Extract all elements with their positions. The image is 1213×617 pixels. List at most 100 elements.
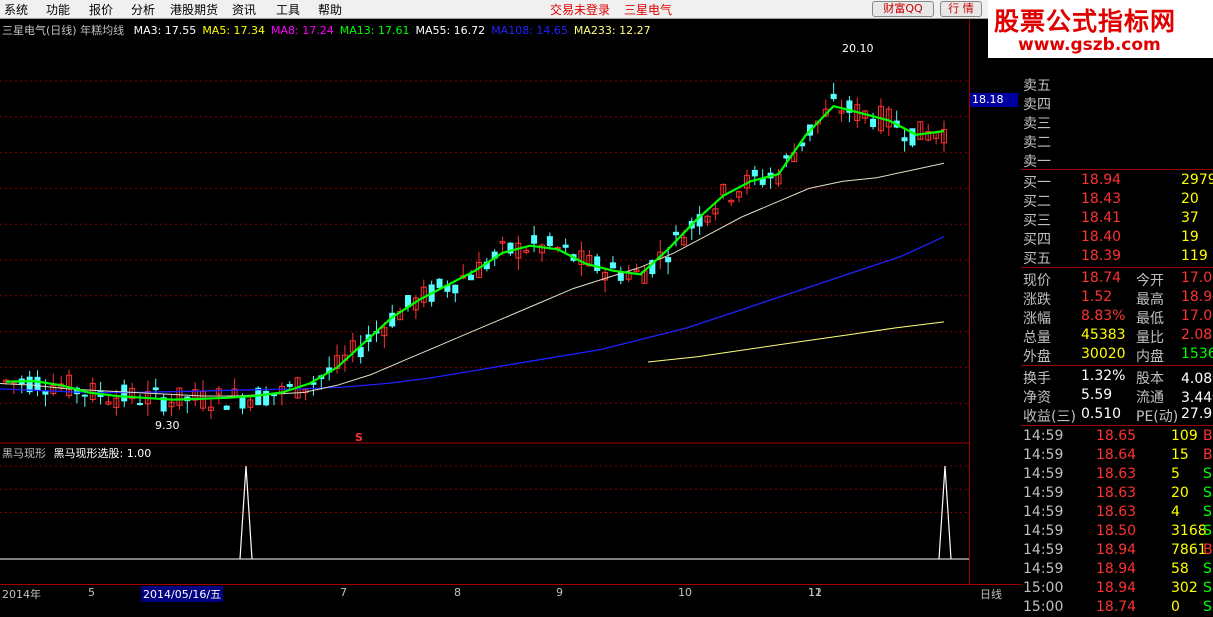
date-label: 10: [678, 586, 692, 599]
tick-volume: 15: [1171, 447, 1189, 463]
stat-value: 0.510: [1081, 406, 1122, 422]
stat-row: 涨幅 8.83% 最低 17.07: [1021, 307, 1213, 327]
tick-time: 15:00: [1023, 599, 1064, 615]
buy-row: 买四 18.40 19: [1021, 228, 1213, 248]
candle-body: [152, 387, 159, 391]
buy-volume: 20: [1181, 191, 1199, 207]
sell-row: 卖一: [1021, 150, 1213, 170]
tick-row: 14:59 18.65 109 B: [1021, 427, 1213, 446]
quote-button[interactable]: 行 情: [940, 1, 982, 17]
tick-row: 15:00 18.74 0 S: [1021, 598, 1213, 617]
sell-row: 卖二: [1021, 131, 1213, 151]
stat-label: 内盘: [1136, 349, 1164, 365]
stat-value: 2.08: [1181, 327, 1213, 343]
candle-body: [830, 93, 837, 100]
candle-body: [137, 402, 143, 405]
tick-direction: B: [1203, 447, 1213, 463]
buy-price: 18.43: [1081, 191, 1122, 207]
tick-volume: 7861: [1171, 542, 1207, 558]
buy-label: 买三: [1023, 213, 1051, 229]
stat-row: 收益(三) 0.510 PE(动) 27.9: [1021, 405, 1213, 425]
menu-system[interactable]: 系统: [4, 1, 28, 18]
candle-body: [452, 284, 459, 294]
logo-url: www.gszb.com: [1018, 35, 1161, 55]
buy-price: 18.94: [1081, 172, 1122, 188]
ma-label: MA55: 16.72: [415, 24, 486, 37]
tick-row: 14:59 18.63 5 S: [1021, 465, 1213, 484]
stat-value: 17.07: [1181, 308, 1213, 324]
buy-label: 买四: [1023, 232, 1051, 248]
tick-volume: 58: [1171, 561, 1189, 577]
candle-body: [783, 155, 790, 159]
indicator-panel: [0, 465, 969, 560]
tick-row: 14:59 18.63 4 S: [1021, 503, 1213, 522]
tick-row: 14:59 18.64 15 B: [1021, 446, 1213, 465]
tick-direction: B: [1203, 428, 1213, 444]
date-axis: 2014年 5 2014/05/16/五 7 8 9 10 11 12 日线: [0, 584, 1021, 602]
tick-time: 14:59: [1023, 561, 1064, 577]
candle-body: [546, 236, 553, 247]
menu-quote[interactable]: 报价: [89, 1, 113, 18]
candle-body: [239, 396, 246, 409]
candle-body: [436, 278, 443, 288]
tick-row: 14:59 18.94 58 S: [1021, 560, 1213, 579]
candle-body: [665, 257, 672, 263]
stat-label: 收益(三): [1023, 409, 1076, 425]
tick-price: 18.63: [1096, 466, 1137, 482]
tick-volume: 3168: [1171, 523, 1207, 539]
candle-body: [594, 256, 601, 272]
stat-label: 换手: [1023, 371, 1051, 387]
logo-title: 股票公式指标网: [994, 7, 1177, 36]
tick-direction: S: [1203, 466, 1212, 482]
ma-label: MA233: 12.27: [573, 24, 651, 37]
stat-label: 最高: [1136, 292, 1164, 308]
buy-price: 18.41: [1081, 210, 1122, 226]
candle-body: [286, 383, 293, 387]
tick-volume: 20: [1171, 485, 1189, 501]
tick-row: 14:59 18.50 3168 S: [1021, 522, 1213, 541]
stat-value: 30020: [1081, 346, 1126, 362]
buy-label: 买二: [1023, 194, 1051, 210]
buy-price: 18.40: [1081, 229, 1122, 245]
menu-hk-futures[interactable]: 港股期货: [170, 1, 218, 18]
tick-direction: S: [1203, 561, 1212, 577]
menu-news[interactable]: 资讯: [232, 1, 256, 18]
ma-legend: 三星电气(日线) 年糕均线 MA3: 17.55 MA5: 17.34 MA8: 1…: [2, 22, 651, 38]
qq-button[interactable]: 财富QQ: [872, 1, 934, 17]
candlesticks: [3, 82, 947, 420]
buy-row: 买二 18.43 20: [1021, 190, 1213, 210]
candle-body: [870, 118, 877, 128]
candle-body: [609, 262, 616, 269]
ma-label: MA5: 17.34: [202, 24, 266, 37]
buy-label: 买五: [1023, 251, 1051, 267]
tick-volume: 0: [1171, 599, 1180, 615]
stat-row: 净资 5.59 流通 3.44亿: [1021, 386, 1213, 406]
stat-value: 4.08亿: [1181, 371, 1213, 387]
sell-row: 卖三: [1021, 112, 1213, 132]
trade-status[interactable]: 交易未登录: [550, 1, 610, 18]
sell-label: 卖二: [1023, 135, 1051, 151]
menu-help[interactable]: 帮助: [318, 1, 342, 18]
tick-time: 14:59: [1023, 523, 1064, 539]
tick-price: 18.50: [1096, 523, 1137, 539]
candle-body: [673, 231, 679, 236]
chart-title: 三星电气(日线) 年糕均线: [2, 24, 125, 37]
stat-value: 18.94: [1181, 289, 1213, 305]
tick-price: 18.74: [1096, 599, 1137, 615]
menu-analysis[interactable]: 分析: [131, 1, 155, 18]
tick-time: 14:59: [1023, 466, 1064, 482]
buy-row: 买三 18.41 37: [1021, 209, 1213, 229]
chart-svg[interactable]: 19.0018.0017.0016.0015.0014.0013.0012.00…: [0, 19, 969, 584]
stat-value: 27.9: [1181, 406, 1213, 422]
candle-body: [531, 235, 538, 244]
tick-price: 18.94: [1096, 561, 1137, 577]
stat-label: 量比: [1136, 330, 1164, 346]
stat-value: 15363: [1181, 346, 1213, 362]
stat-label: 今开: [1136, 273, 1164, 289]
menu-function[interactable]: 功能: [46, 1, 70, 18]
kline-chart[interactable]: 19.0018.0017.0016.0015.0014.0013.0012.00…: [0, 19, 1018, 584]
candle-body: [81, 394, 88, 397]
stat-label: 现价: [1023, 273, 1051, 289]
menu-tools[interactable]: 工具: [276, 1, 300, 18]
stat-label: 外盘: [1023, 349, 1051, 365]
